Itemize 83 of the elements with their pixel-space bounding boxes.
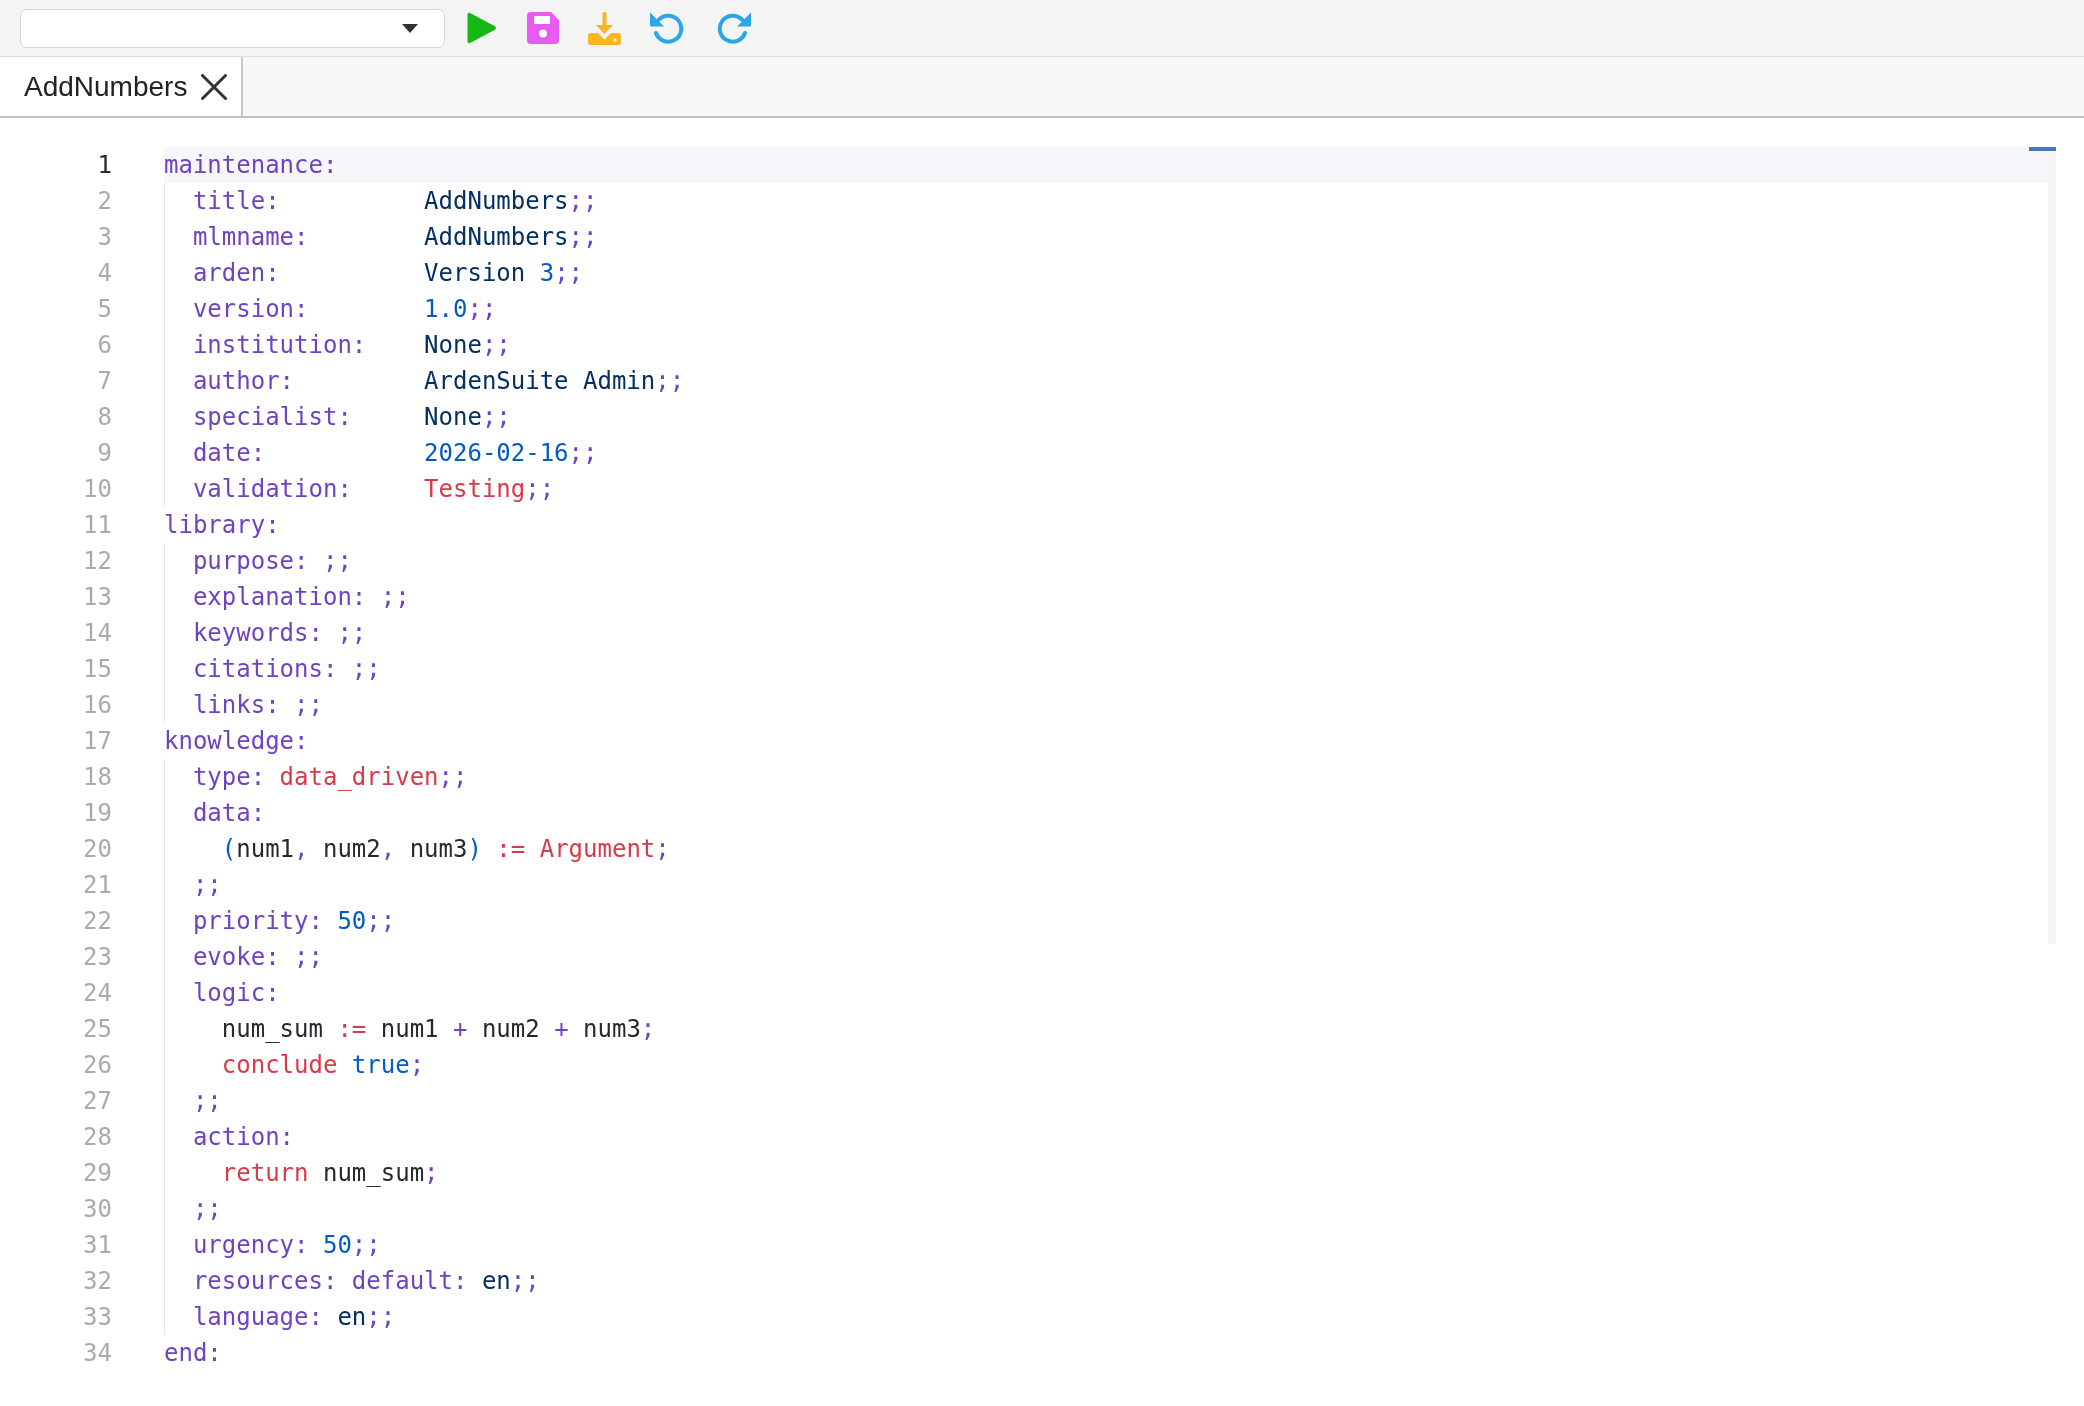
line-number: 34: [82, 1338, 112, 1369]
file-select[interactable]: [20, 8, 445, 48]
code-line: logic:: [192, 978, 280, 1009]
line-number: 12: [82, 546, 112, 577]
line-number: 10: [82, 474, 112, 505]
line-number: 26: [82, 1050, 112, 1081]
line-number: 27: [82, 1086, 112, 1117]
line-number: 20: [82, 834, 112, 865]
line-number: 24: [82, 978, 112, 1009]
line-number: 7: [96, 366, 112, 397]
line-number: 9: [96, 438, 112, 469]
code-line: maintenance:: [164, 150, 338, 181]
code-line: author: ArdenSuite Admin;;: [192, 366, 685, 397]
code-line: version: 1.0;;: [192, 294, 497, 325]
code-line: priority: 50;;: [192, 906, 396, 937]
line-number: 13: [82, 582, 112, 613]
line-number: 25: [82, 1014, 112, 1045]
code-line: num_sum := num1 + num2 + num3;: [221, 1014, 656, 1045]
line-number: 19: [82, 798, 112, 829]
code-line: institution: None;;: [192, 330, 511, 361]
save-button[interactable]: [527, 12, 559, 44]
line-number: 2: [96, 186, 112, 217]
save-icon: [527, 12, 559, 44]
line-number: 11: [82, 510, 112, 541]
code-line: resources: default: en;;: [192, 1266, 540, 1297]
line-number: 18: [82, 762, 112, 793]
undo-icon: [649, 11, 686, 45]
code-line: validation: Testing;;: [192, 474, 555, 505]
line-number: 32: [82, 1266, 112, 1297]
line-number: 23: [82, 942, 112, 973]
code-line: ;;: [192, 870, 222, 901]
code-line: specialist: None;;: [192, 402, 511, 433]
redo-icon: [715, 11, 752, 45]
line-number: 30: [82, 1194, 112, 1225]
line-number: 8: [96, 402, 112, 433]
line-number: 6: [96, 330, 112, 361]
line-number: 3: [96, 222, 112, 253]
code-line: mlmname: AddNumbers;;: [192, 222, 598, 253]
code-line: ;;: [192, 1194, 222, 1225]
line-number: 29: [82, 1158, 112, 1189]
code-line: action:: [192, 1122, 295, 1153]
code-line: links: ;;: [192, 690, 323, 721]
ruler-marker: [2029, 147, 2056, 151]
line-number: 21: [82, 870, 112, 901]
code-line: return num_sum;: [221, 1158, 439, 1189]
line-number: 16: [82, 690, 112, 721]
line-number: 33: [82, 1302, 112, 1333]
code-line: (num1, num2, num3) := Argument;: [221, 834, 670, 865]
line-number: 15: [82, 654, 112, 685]
code-line: library:: [164, 510, 280, 541]
code-line: end:: [164, 1338, 222, 1369]
code-line: keywords: ;;: [192, 618, 367, 649]
download-icon: [588, 11, 621, 45]
code-line: evoke: ;;: [192, 942, 323, 973]
line-number: 5: [96, 294, 112, 325]
code-line: explanation: ;;: [192, 582, 410, 613]
code-line: title: AddNumbers;;: [192, 186, 598, 217]
code-line: type: data_driven;;: [192, 762, 468, 793]
close-icon[interactable]: [201, 73, 228, 100]
line-number: 22: [82, 906, 112, 937]
undo-button[interactable]: [649, 11, 686, 45]
redo-button[interactable]: [715, 11, 752, 45]
play-icon: [467, 12, 497, 44]
code-line: arden: Version 3;;: [192, 258, 584, 289]
code-line: language: en;;: [192, 1302, 396, 1333]
code-line: ;;: [192, 1086, 222, 1117]
line-number: 17: [82, 726, 112, 757]
line-number: 1: [96, 150, 112, 181]
code-line: knowledge:: [164, 726, 309, 757]
code-line: conclude true;: [221, 1050, 425, 1081]
caret-icon: [402, 23, 418, 33]
line-number: 14: [82, 618, 112, 649]
line-number: 4: [96, 258, 112, 289]
code-line: data:: [192, 798, 266, 829]
code-line: urgency: 50;;: [192, 1230, 381, 1261]
code-line: purpose: ;;: [192, 546, 352, 577]
file-tab[interactable]: AddNumbers: [0, 57, 244, 116]
code-line: citations: ;;: [192, 654, 381, 685]
code-line: date: 2026-02-16;;: [192, 438, 598, 469]
line-number: 28: [82, 1122, 112, 1153]
line-number: 31: [82, 1230, 112, 1261]
download-button[interactable]: [588, 11, 621, 45]
run-button[interactable]: [467, 12, 497, 44]
